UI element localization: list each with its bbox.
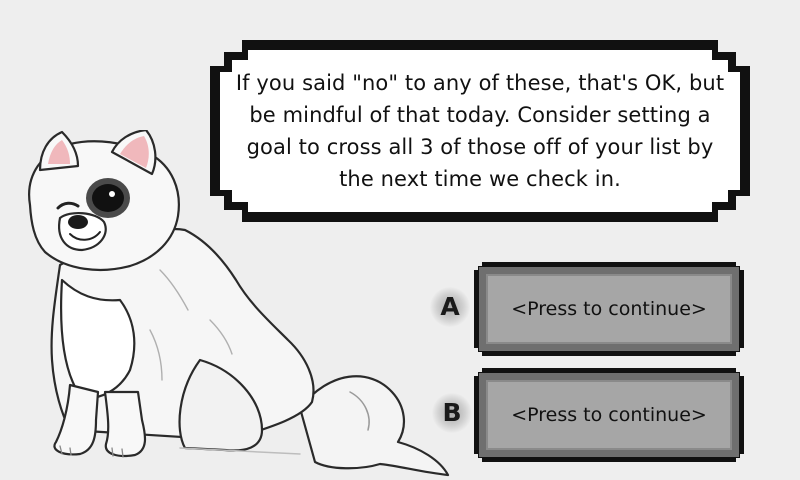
choice-a-button[interactable]: <Press to continue> <box>474 262 744 356</box>
dialog-message: If you said "no" to any of these, that's… <box>235 71 725 191</box>
choice-b-label: <Press to continue> <box>486 380 732 450</box>
choice-b-key-label: B <box>432 393 472 433</box>
dialog-panel: If you said "no" to any of these, that's… <box>210 40 750 222</box>
choice-a-label: <Press to continue> <box>486 274 732 344</box>
choice-a-key-label: A <box>430 287 470 327</box>
choice-b-button[interactable]: <Press to continue> <box>474 368 744 462</box>
